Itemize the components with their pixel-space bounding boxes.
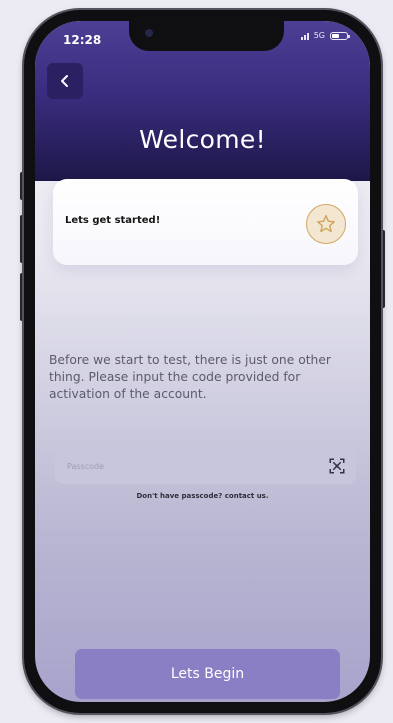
passcode-field[interactable] [55, 448, 356, 484]
star-glyph [317, 215, 335, 233]
qr-scan-icon[interactable] [328, 457, 346, 475]
power-button [381, 230, 385, 308]
contact-link[interactable]: Don't have passcode? contact us. [35, 492, 370, 500]
lets-begin-button[interactable]: Lets Begin [75, 649, 340, 699]
star-icon [306, 204, 346, 244]
page-title: Welcome! [139, 125, 266, 154]
front-camera [145, 29, 153, 37]
chevron-left-icon [61, 75, 68, 87]
signal-icon [300, 32, 309, 40]
app-screen: 12:28 5G Welcome! Lets get started! Befo… [35, 21, 370, 702]
status-time: 12:28 [63, 33, 102, 47]
phone-frame: 12:28 5G Welcome! Lets get started! Befo… [24, 10, 381, 713]
passcode-input[interactable] [55, 448, 356, 484]
back-button[interactable] [47, 63, 83, 99]
battery-icon [330, 31, 350, 40]
status-icons: 5G [300, 31, 350, 40]
network-label: 5G [313, 31, 325, 40]
notch [129, 21, 284, 51]
welcome-card: Lets get started! [53, 179, 358, 265]
card-title: Lets get started! [65, 215, 161, 226]
intro-text: Before we start to test, there is just o… [49, 353, 331, 401]
